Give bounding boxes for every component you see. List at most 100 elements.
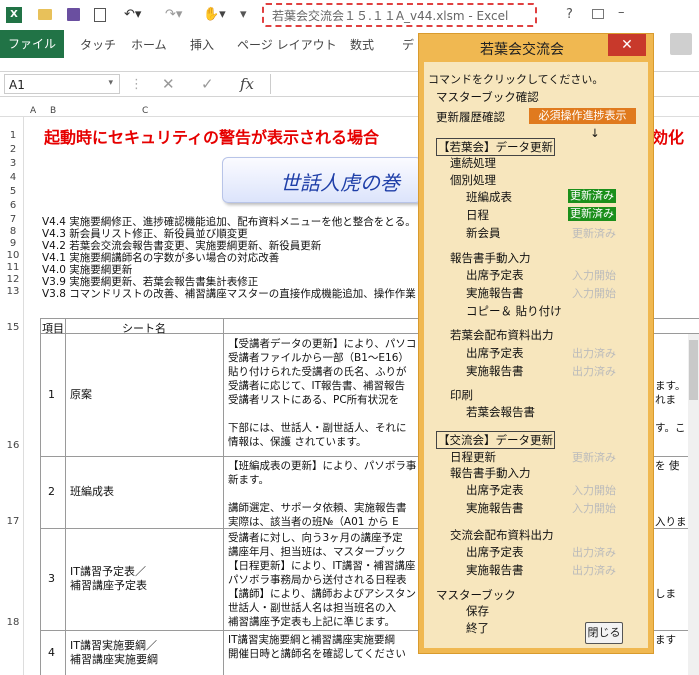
formula-input[interactable]: [270, 74, 420, 94]
table-row-num: 2: [48, 485, 55, 498]
undo-icon[interactable]: ↶▾: [124, 8, 141, 22]
report-manual-label: 報告書手動入力: [450, 251, 531, 265]
table-row-desc: 講座年月、担当班は、マスターブック: [228, 546, 406, 558]
tab-page-layout[interactable]: ページ レイアウト: [237, 36, 337, 53]
redo-icon[interactable]: ↷▾: [165, 8, 182, 22]
koryu-distribution-label: 交流会配布資料出力: [450, 528, 554, 542]
column-header-b[interactable]: B: [50, 106, 56, 116]
table-row-num: 1: [48, 388, 55, 401]
touch-mode-icon[interactable]: ✋▾: [203, 8, 226, 22]
tab-file[interactable]: ファイル: [0, 30, 64, 58]
close-icon: ✕: [621, 37, 633, 53]
table-row-desc: 情報は、保護 されています。: [228, 436, 367, 448]
row-num: 15: [6, 322, 20, 333]
dialog-close-text-button[interactable]: 閉じる: [585, 622, 623, 644]
status-badge: 出力済み: [572, 546, 616, 559]
history-check-command[interactable]: 更新履歴確認: [436, 109, 505, 125]
open-icon[interactable]: [38, 9, 52, 20]
name-box[interactable]: A1 ▾: [4, 74, 120, 94]
table-row-desc: 【受講者データの更新】により、パソコ: [228, 338, 417, 350]
row-num: 7: [9, 214, 17, 225]
table-row-desc: 世話人・副世話人名は担当班名の入: [228, 602, 396, 614]
table-row-desc-tail: ます: [655, 634, 676, 646]
table-row-desc-tail: ます。: [655, 380, 686, 392]
dialog-prompt: コマンドをクリックしてください。: [428, 73, 604, 86]
section-koryu-update: 【交流会】データ更新: [436, 431, 555, 449]
tab-insert[interactable]: 挿入: [190, 36, 214, 53]
table-row-desc: 新ます。: [228, 474, 269, 486]
table-row-desc-tail: れま: [655, 394, 676, 406]
status-badge: 出力済み: [572, 347, 616, 360]
status-badge: 出力済み: [572, 365, 616, 378]
individual-process-label: 個別処理: [450, 173, 496, 187]
insert-function-icon[interactable]: fx: [240, 75, 254, 93]
report-manual-label-2: 報告書手動入力: [450, 466, 531, 480]
master-check-command[interactable]: マスターブック確認: [436, 89, 539, 105]
print-preview-icon[interactable]: [94, 8, 106, 22]
tab-formulas[interactable]: 数式: [350, 36, 374, 53]
help-icon[interactable]: ?: [566, 8, 573, 22]
column-header-a[interactable]: A: [30, 106, 36, 116]
user-avatar-icon[interactable]: [670, 33, 692, 55]
table-row-desc: 【日程更新】により、IT講習・補習講座: [228, 560, 416, 572]
scroll-thumb[interactable]: [689, 340, 698, 400]
row-num: 10: [6, 250, 20, 261]
dialog-command[interactable]: 実施報告書: [466, 285, 524, 301]
chevron-down-icon: ▾: [108, 78, 113, 88]
schedule-update-command[interactable]: 日程更新: [450, 449, 496, 465]
table-row-desc: 開催日時と講師名を確認してください: [228, 648, 406, 660]
exit-command[interactable]: 終了: [466, 620, 489, 636]
progress-display-button[interactable]: 必須操作進捗表示: [529, 108, 636, 124]
ribbon-display-icon[interactable]: [592, 9, 604, 19]
status-badge: 入力開始: [572, 269, 616, 282]
minimize-icon[interactable]: –: [618, 6, 625, 20]
dialog-command[interactable]: 班編成表: [466, 189, 512, 205]
table-row-desc: 受講者ファイルから一部（B1～E16）: [228, 352, 409, 364]
dialog-command[interactable]: 実施報告書: [466, 500, 524, 516]
dialog-command[interactable]: 実施報告書: [466, 562, 524, 578]
wakaba-report-command[interactable]: 若葉会報告書: [466, 404, 535, 420]
row-num: 13: [6, 286, 20, 297]
dialog-command[interactable]: 出席予定表: [466, 267, 524, 283]
dialog-close-button[interactable]: ✕: [608, 34, 646, 56]
row-num: 2: [9, 144, 17, 155]
dialog-command[interactable]: 出席予定表: [466, 544, 524, 560]
more-options-icon: ⋮: [130, 77, 143, 92]
row-num: 12: [6, 274, 20, 285]
customize-qat-icon[interactable]: ▾: [240, 8, 247, 22]
table-row-desc-tail: を 使: [655, 460, 680, 472]
table-row-desc: 下部には、世話人・副世話人、それに: [228, 422, 407, 434]
table-row-desc: 貼り付けられた受講者の氏名、ふりが: [228, 366, 407, 378]
continuous-process-command[interactable]: 連続処理: [450, 155, 496, 171]
dialog-command[interactable]: 出席予定表: [466, 482, 524, 498]
tab-home[interactable]: ホーム: [131, 36, 167, 53]
name-box-value: A1: [9, 78, 25, 92]
row-num: 18: [6, 617, 20, 628]
enter-icon[interactable]: ✓: [201, 77, 214, 92]
table-row-desc: IT講習実施要綱と補習講座実施要綱: [228, 634, 396, 646]
table-row-sheet-name: 班編成表: [70, 485, 114, 498]
row-num: 17: [6, 516, 20, 527]
status-badge: 入力開始: [572, 502, 616, 515]
table-row-sheet-name: IT講習実施要綱／ 補習講座実施要綱: [70, 638, 158, 666]
table-row-desc: 講師選定、サポータ依頼、実施報告書: [228, 502, 407, 514]
dialog-command[interactable]: 出席予定表: [466, 345, 524, 361]
dialog-title: 若葉会交流会: [480, 42, 564, 58]
dialog-command[interactable]: コピー＆ 貼り付け: [466, 303, 562, 319]
cancel-icon[interactable]: ✕: [162, 77, 175, 92]
dialog-command[interactable]: 日程: [466, 207, 489, 223]
tab-data[interactable]: デ: [402, 36, 414, 53]
dialog-command[interactable]: 実施報告書: [466, 363, 524, 379]
save-icon[interactable]: [67, 8, 80, 21]
tab-touch[interactable]: タッチ: [80, 36, 116, 53]
window-title-text: 若葉会交流会１５.１１A_v44.xlsm - Excel: [272, 9, 509, 23]
status-badge: 入力開始: [572, 484, 616, 497]
status-badge-done: 更新済み: [568, 207, 616, 221]
dialog-command[interactable]: 新会員: [466, 225, 501, 241]
table-row-desc: 受講者に対し、向う3ヶ月の講座予定: [228, 532, 403, 544]
excel-logo-icon: X: [6, 7, 22, 23]
column-header-c[interactable]: C: [142, 106, 148, 116]
table-row-desc: 実際は、該当者の班№（A01 から E: [228, 516, 399, 528]
save-command[interactable]: 保存: [466, 603, 489, 619]
security-warning-title: 起動時にセキュリティの警告が表示される場合: [44, 128, 380, 147]
